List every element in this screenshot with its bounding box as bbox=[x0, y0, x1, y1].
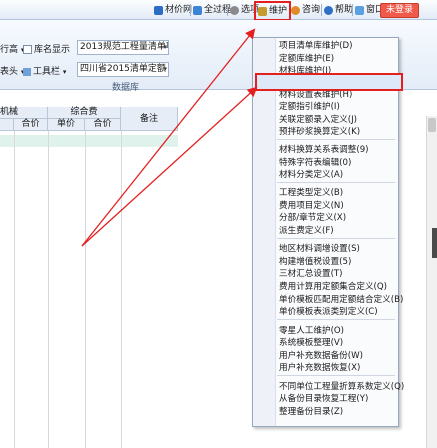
arrow-to-maintenance bbox=[81, 28, 256, 247]
arrow-to-price-table bbox=[81, 86, 258, 247]
annotation-arrows bbox=[81, 28, 258, 247]
